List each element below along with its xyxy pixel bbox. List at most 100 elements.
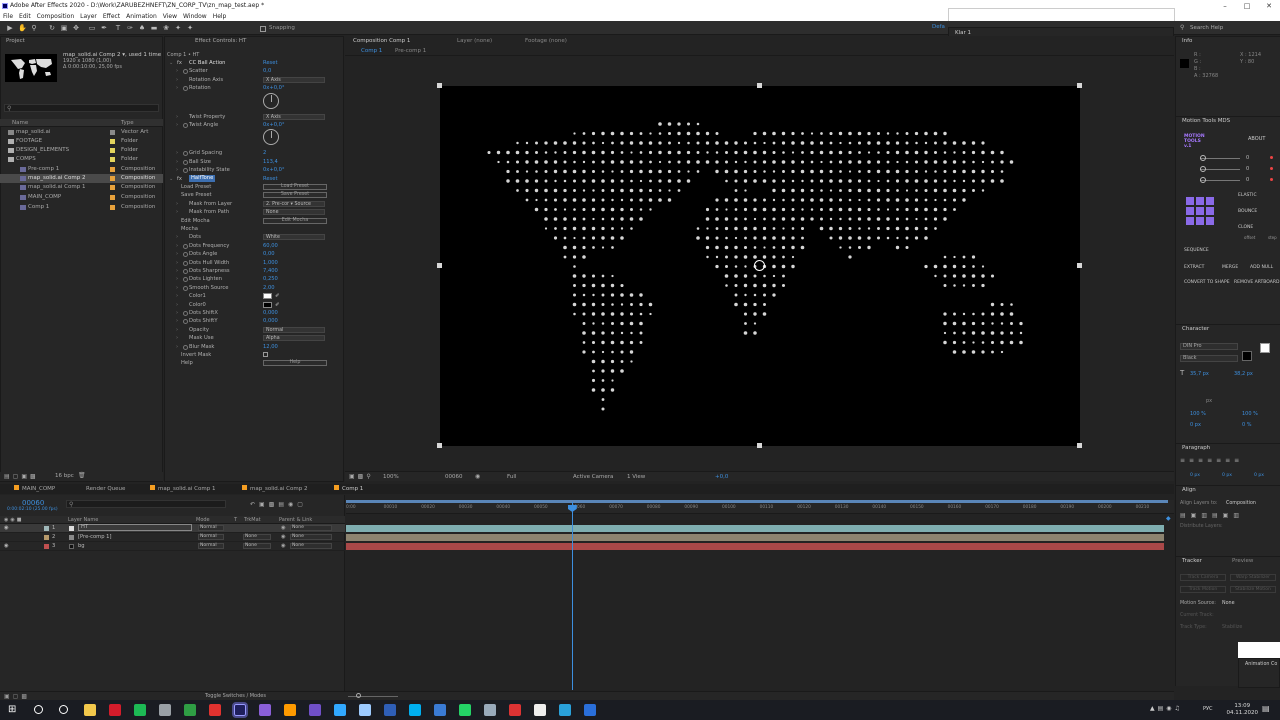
- twirl-icon[interactable]: ›: [176, 326, 178, 334]
- indent-first-value[interactable]: 0 px: [1222, 473, 1232, 478]
- menu-composition[interactable]: Composition: [37, 12, 74, 21]
- stopwatch-icon[interactable]: [183, 159, 188, 165]
- effect-value[interactable]: 2,00: [263, 284, 275, 292]
- menu-edit[interactable]: Edit: [19, 12, 31, 21]
- eyedropper-icon[interactable]: ✐: [275, 301, 279, 309]
- fx-toggle-icon[interactable]: fx: [177, 175, 182, 183]
- twirl-icon[interactable]: ›: [176, 334, 178, 342]
- parent-select[interactable]: None: [290, 525, 332, 531]
- warp-stabilizer-button[interactable]: Warp Stabilizer: [1230, 574, 1276, 581]
- illustrator-icon[interactable]: [284, 704, 296, 716]
- stopwatch-icon[interactable]: [183, 151, 188, 157]
- elastic-button[interactable]: ELASTIC: [1238, 193, 1257, 198]
- work-area-bar[interactable]: [346, 500, 1168, 503]
- effect-value[interactable]: 1,000: [263, 259, 278, 267]
- twirl-icon[interactable]: ⌄: [169, 175, 173, 183]
- effect-button[interactable]: Save Preset: [263, 192, 327, 199]
- anchor-point-icon[interactable]: [754, 260, 765, 271]
- opera-icon[interactable]: [109, 704, 121, 716]
- transform-handle[interactable]: [437, 263, 442, 268]
- pin-tool-icon[interactable]: ✦: [186, 24, 194, 32]
- eraser-tool-icon[interactable]: ▬: [150, 24, 158, 32]
- app-purple-icon[interactable]: [309, 704, 321, 716]
- list-item[interactable]: Pre-comp 1 Composition: [0, 165, 163, 174]
- twirl-icon[interactable]: ⌄: [169, 59, 173, 67]
- stopwatch-icon[interactable]: [183, 344, 188, 350]
- baseline-shift-value[interactable]: 0 px: [1190, 422, 1201, 428]
- twirl-icon[interactable]: ›: [176, 67, 178, 75]
- eyedropper-icon[interactable]: ✐: [275, 292, 279, 300]
- track-type-select[interactable]: Stabilize: [1222, 625, 1242, 630]
- twirl-icon[interactable]: ›: [176, 242, 178, 250]
- resolution-select[interactable]: Full: [507, 472, 516, 482]
- snapping-checkbox[interactable]: [260, 26, 266, 32]
- effect-value[interactable]: 12,00: [263, 343, 278, 351]
- effect-select[interactable]: White: [263, 234, 325, 241]
- twirl-icon[interactable]: ›: [176, 309, 178, 317]
- zoom-slider-handle[interactable]: [356, 693, 361, 698]
- stopwatch-icon[interactable]: [183, 260, 188, 266]
- info-tab[interactable]: Info: [1176, 37, 1280, 46]
- transform-handle[interactable]: [1077, 263, 1082, 268]
- list-item[interactable]: DESIGN_ELEMENTS Folder: [0, 146, 163, 155]
- effect-controls-tab[interactable]: Effect Controls: HT: [165, 37, 343, 46]
- layer-bar-ht[interactable]: [346, 525, 1164, 532]
- zoom-tool-icon[interactable]: ⚲: [30, 24, 38, 32]
- steam-icon[interactable]: [484, 704, 496, 716]
- tab-footage[interactable]: Footage (none): [525, 38, 567, 44]
- twirl-icon[interactable]: ›: [176, 284, 178, 292]
- color-swatch[interactable]: [263, 301, 272, 308]
- effect-value[interactable]: Reset: [263, 59, 278, 67]
- list-item[interactable]: map_solid.ai Vector Art: [0, 128, 163, 137]
- after-effects-icon[interactable]: [232, 702, 248, 718]
- twirl-icon[interactable]: ›: [176, 158, 178, 166]
- leading-value[interactable]: 38,2 px: [1234, 371, 1253, 377]
- camera-snapshot-icon[interactable]: ◉: [475, 472, 480, 482]
- clone-button[interactable]: CLONE: [1238, 225, 1253, 230]
- close-button[interactable]: ✕: [1258, 0, 1280, 12]
- transform-handle[interactable]: [437, 443, 442, 448]
- effect-value[interactable]: 0,0: [263, 67, 271, 75]
- brush-tool-icon[interactable]: ✑: [126, 24, 134, 32]
- task-view-icon[interactable]: [59, 705, 68, 714]
- zoom-level[interactable]: 100%: [383, 472, 399, 482]
- effect-value[interactable]: 0x+0,0°: [263, 84, 285, 92]
- parent-select[interactable]: None: [290, 543, 332, 549]
- maximize-button[interactable]: □: [1236, 0, 1258, 12]
- transform-handle[interactable]: [437, 83, 442, 88]
- windows-start-icon[interactable]: ⊞: [8, 704, 16, 715]
- selection-tool-icon[interactable]: ▶: [6, 24, 14, 32]
- column-type[interactable]: Type: [121, 120, 134, 126]
- twirl-icon[interactable]: ›: [176, 113, 178, 121]
- pickwhip-icon[interactable]: ◉: [281, 542, 286, 551]
- stabilize-motion-button[interactable]: Stabilize Motion: [1230, 586, 1276, 593]
- mode-select[interactable]: Normal: [198, 525, 224, 531]
- layer-bar-bg[interactable]: [346, 543, 1164, 550]
- x-app-icon[interactable]: [359, 704, 371, 716]
- media-icon[interactable]: [509, 704, 521, 716]
- tab-layer[interactable]: Layer (none): [457, 38, 492, 44]
- table-row[interactable]: ◉ 1 HT Normal ◉ None: [0, 524, 345, 533]
- twirl-icon[interactable]: ›: [176, 233, 178, 241]
- add-null-button[interactable]: ADD NULL: [1250, 265, 1273, 270]
- current-time[interactable]: 00060: [445, 472, 463, 482]
- effect-select[interactable]: None: [263, 209, 325, 216]
- breadcrumb-comp1[interactable]: Comp 1: [361, 48, 382, 54]
- track-camera-button[interactable]: Track Camera: [1180, 574, 1226, 581]
- search-icon[interactable]: [34, 705, 43, 714]
- list-item[interactable]: Comp 1 Composition: [0, 203, 163, 212]
- minimize-button[interactable]: –: [1214, 0, 1236, 12]
- angle-dial[interactable]: [263, 92, 279, 109]
- align-tab[interactable]: Align: [1176, 486, 1280, 495]
- layer-bar-precomp[interactable]: [346, 534, 1164, 541]
- camera-select[interactable]: Active Camera: [573, 472, 613, 482]
- twirl-icon[interactable]: ›: [176, 208, 178, 216]
- menu-help[interactable]: Help: [213, 12, 227, 21]
- list-item[interactable]: FOOTAGE Folder: [0, 137, 163, 146]
- roto-brush-tool-icon[interactable]: ❀: [162, 24, 170, 32]
- search-help-label[interactable]: Search Help: [1190, 25, 1223, 31]
- fill-color-swatch[interactable]: [1260, 343, 1270, 353]
- motion-source-select[interactable]: None: [1222, 601, 1235, 606]
- menu-file[interactable]: File: [3, 12, 13, 21]
- mode-select[interactable]: Normal: [198, 543, 224, 549]
